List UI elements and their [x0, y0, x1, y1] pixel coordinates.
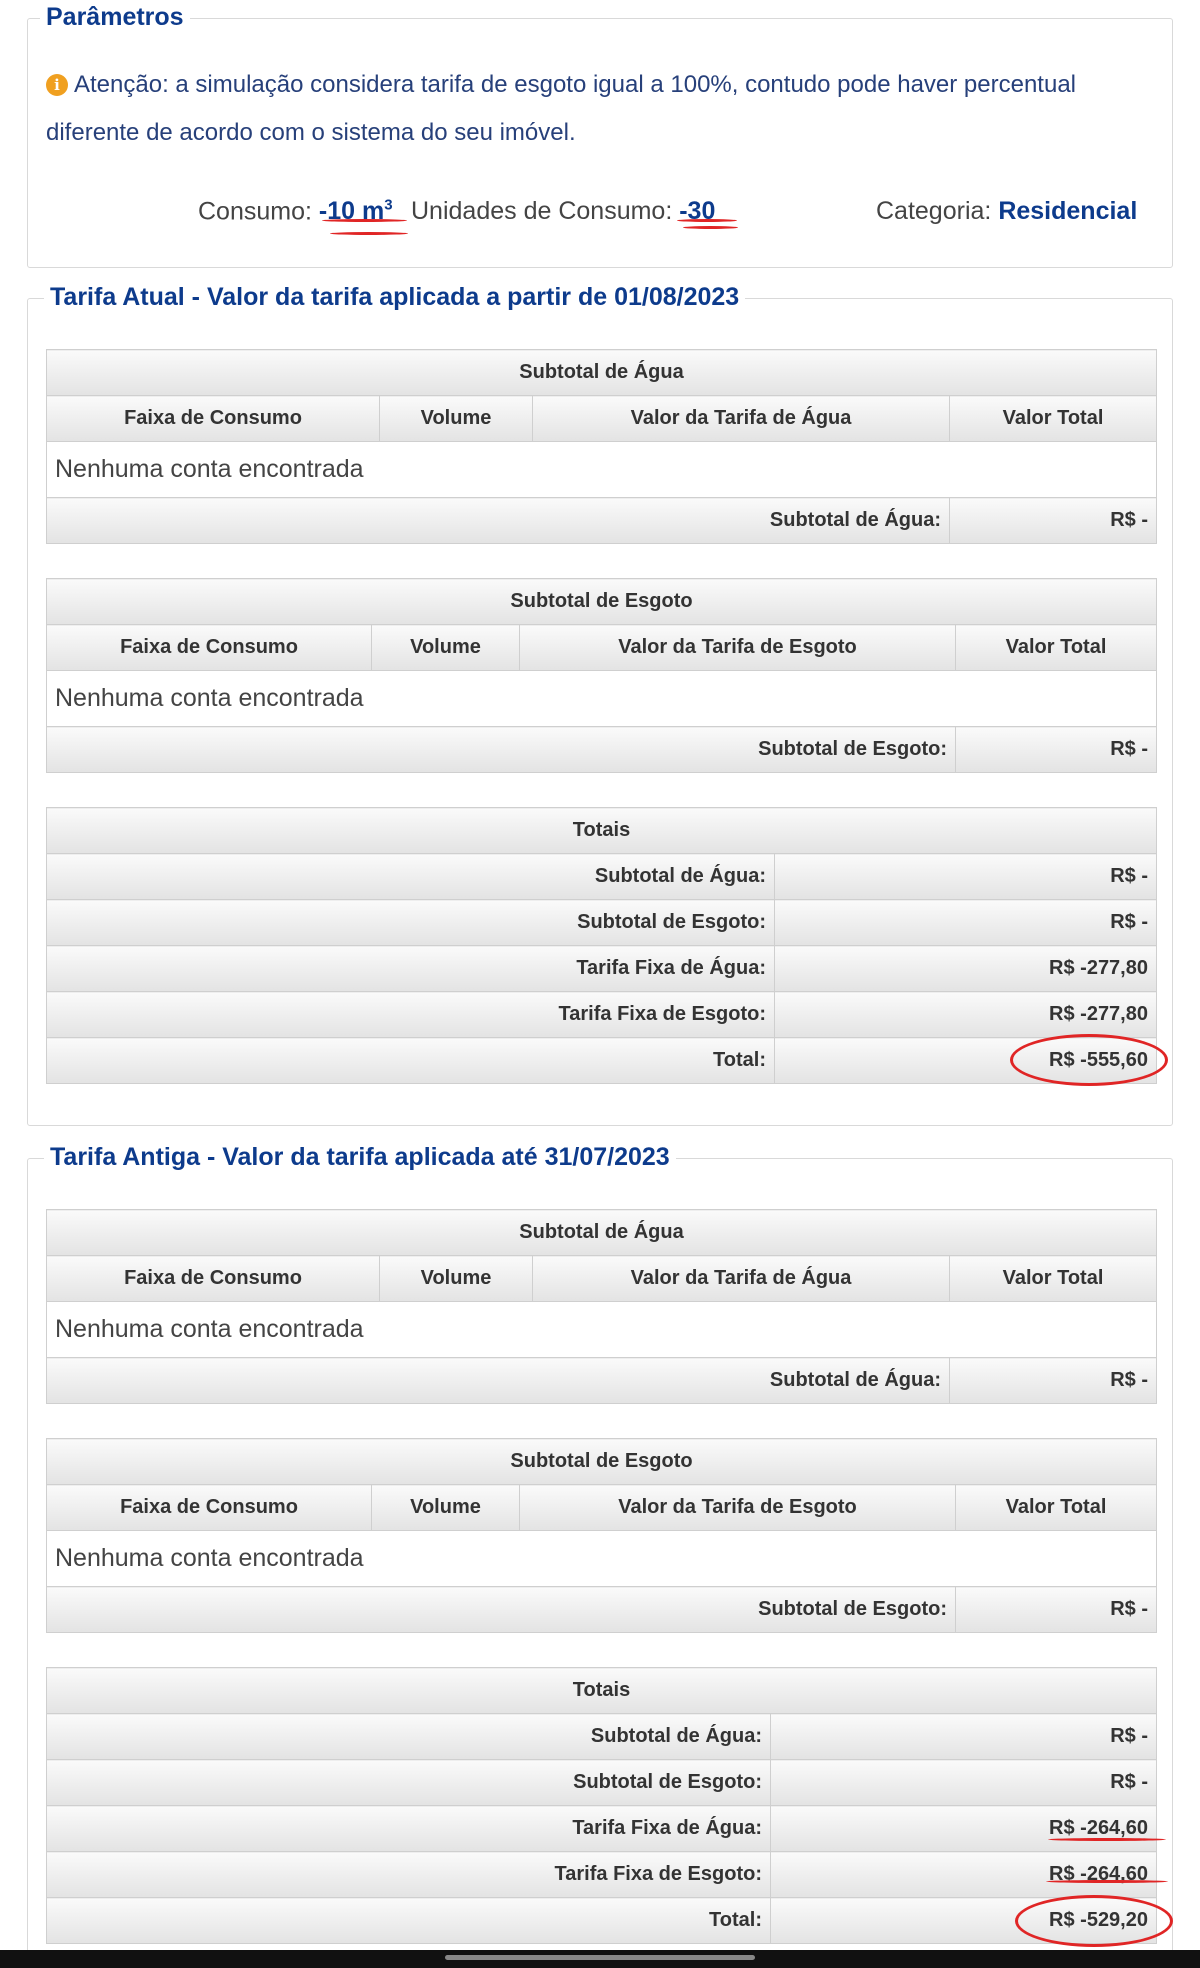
- col-valor-tarifa: Valor da Tarifa de Água: [532, 395, 950, 442]
- agua-table-title: Subtotal de Água: [46, 349, 1157, 396]
- col-valor-total: Valor Total: [955, 624, 1157, 671]
- totais-row-value: R$ -: [774, 899, 1157, 946]
- categoria-label: Categoria:: [876, 197, 992, 225]
- col-valor-total: Valor Total: [949, 1255, 1157, 1302]
- notice-text: i Atenção: a simulação considera tarifa d…: [46, 61, 1156, 157]
- categoria-value: Residencial: [998, 197, 1138, 225]
- tarifa-agua-underline-annotation: [1048, 1838, 1166, 1841]
- unidades-param: Unidades de Consumo: -30: [411, 197, 715, 226]
- categoria-param: Categoria: Residencial: [876, 197, 1137, 226]
- tarifa-antiga-legend: Tarifa Antiga - Valor da tarifa aplicada…: [44, 1139, 676, 1175]
- tarifa-antiga-fieldset: Tarifa Antiga - Valor da tarifa aplicada…: [27, 1139, 1173, 1958]
- totais-row-label: Subtotal de Água:: [46, 853, 775, 900]
- col-valor-tarifa: Valor da Tarifa de Água: [532, 1255, 950, 1302]
- agua-table-title: Subtotal de Água: [46, 1209, 1157, 1256]
- total-label: Total:: [46, 1897, 771, 1944]
- totais-table: Totais Subtotal de Água: R$ - Subtotal de…: [46, 1667, 1157, 1944]
- col-volume: Volume: [379, 1255, 533, 1302]
- totais-row-value: R$ -: [770, 1759, 1157, 1806]
- subtotal-esgoto-value: R$ -: [955, 726, 1157, 773]
- col-faixa: Faixa de Consumo: [46, 395, 380, 442]
- col-faixa: Faixa de Consumo: [46, 1255, 380, 1302]
- subtotal-esgoto-label: Subtotal de Esgoto:: [46, 726, 956, 773]
- esgoto-table: Subtotal de Esgoto Faixa de Consumo Volu…: [46, 1438, 1157, 1633]
- totais-row-label: Subtotal de Esgoto:: [46, 1759, 771, 1806]
- gesture-handle[interactable]: [445, 1955, 755, 1960]
- consumo-unit-sup: 3: [384, 197, 393, 214]
- totais-row-label: Tarifa Fixa de Esgoto:: [46, 991, 775, 1038]
- params-legend: Parâmetros: [40, 0, 190, 35]
- tarifa-atual-fieldset: Tarifa Atual - Valor da tarifa aplicada …: [27, 279, 1173, 1126]
- subtotal-agua-label: Subtotal de Água:: [46, 497, 950, 544]
- total-label: Total:: [46, 1037, 775, 1084]
- esgoto-table-title: Subtotal de Esgoto: [46, 1438, 1157, 1485]
- col-valor-total: Valor Total: [949, 395, 1157, 442]
- totais-row-value: R$ -277,80: [774, 945, 1157, 992]
- subtotal-esgoto-value: R$ -: [955, 1586, 1157, 1633]
- totais-table-title: Totais: [46, 807, 1157, 854]
- totais-row-value: R$ -264,60: [770, 1805, 1157, 1852]
- total-atual-circle-annotation: [1010, 1034, 1168, 1086]
- subtotal-agua-value: R$ -: [949, 497, 1157, 544]
- consumo-underline2-annotation: [330, 232, 408, 235]
- totais-row-value: R$ -264,60: [770, 1851, 1157, 1898]
- esgoto-table-title: Subtotal de Esgoto: [46, 578, 1157, 625]
- totais-table-title: Totais: [46, 1667, 1157, 1714]
- unidades-underline2-annotation: [683, 226, 738, 229]
- totais-row-label: Tarifa Fixa de Esgoto:: [46, 1851, 771, 1898]
- subtotal-esgoto-label: Subtotal de Esgoto:: [46, 1586, 956, 1633]
- params-fieldset: Parâmetros i Atenção: a simulação conside…: [27, 0, 1173, 268]
- totais-row-label: Subtotal de Esgoto:: [46, 899, 775, 946]
- unidades-label: Unidades de Consumo:: [411, 197, 673, 225]
- empty-message: Nenhuma conta encontrada: [46, 670, 1157, 727]
- tarifa-esgoto-underline-annotation: [1046, 1880, 1168, 1883]
- notice-message: Atenção: a simulação considera tarifa de…: [46, 71, 1076, 146]
- consumo-label: Consumo:: [198, 197, 312, 226]
- agua-table: Subtotal de Água Faixa de Consumo Volume…: [46, 1209, 1157, 1404]
- consumo-underline-annotation: [322, 219, 407, 222]
- total-antigo-circle-annotation: [1015, 1895, 1173, 1947]
- col-valor-tarifa: Valor da Tarifa de Esgoto: [519, 624, 956, 671]
- info-icon: i: [46, 74, 68, 96]
- empty-message: Nenhuma conta encontrada: [46, 1301, 1157, 1358]
- col-faixa: Faixa de Consumo: [46, 1484, 372, 1531]
- totais-table: Totais Subtotal de Água: R$ - Subtotal de…: [46, 807, 1157, 1084]
- esgoto-table: Subtotal de Esgoto Faixa de Consumo Volu…: [46, 578, 1157, 773]
- totais-row-value: R$ -: [770, 1713, 1157, 1760]
- col-volume: Volume: [371, 624, 520, 671]
- empty-message: Nenhuma conta encontrada: [46, 1530, 1157, 1587]
- subtotal-agua-label: Subtotal de Água:: [46, 1357, 950, 1404]
- col-volume: Volume: [371, 1484, 520, 1531]
- totais-row-value: R$ -: [774, 853, 1157, 900]
- col-valor-total: Valor Total: [955, 1484, 1157, 1531]
- unidades-underline-annotation: [677, 219, 737, 222]
- col-volume: Volume: [379, 395, 533, 442]
- totais-row-label: Subtotal de Água:: [46, 1713, 771, 1760]
- tarifa-atual-legend: Tarifa Atual - Valor da tarifa aplicada …: [44, 279, 746, 315]
- empty-message: Nenhuma conta encontrada: [46, 441, 1157, 498]
- totais-row-label: Tarifa Fixa de Água:: [46, 945, 775, 992]
- col-valor-tarifa: Valor da Tarifa de Esgoto: [519, 1484, 956, 1531]
- col-faixa: Faixa de Consumo: [46, 624, 372, 671]
- agua-table: Subtotal de Água Faixa de Consumo Volume…: [46, 349, 1157, 544]
- totais-row-label: Tarifa Fixa de Água:: [46, 1805, 771, 1852]
- subtotal-agua-value: R$ -: [949, 1357, 1157, 1404]
- totais-row-value: R$ -277,80: [774, 991, 1157, 1038]
